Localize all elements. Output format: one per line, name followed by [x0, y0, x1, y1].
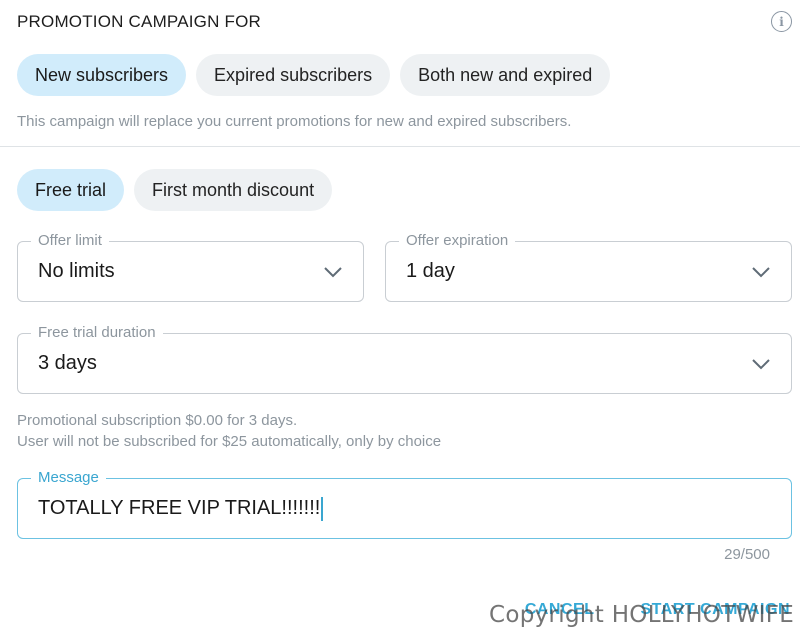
chevron-down-icon	[752, 358, 770, 369]
first-month-discount-button[interactable]: First month discount	[134, 169, 333, 211]
audience-expired-subscribers-button[interactable]: Expired subscribers	[196, 54, 391, 96]
character-counter: 29/500	[724, 546, 770, 563]
info-icon[interactable]: i	[771, 11, 792, 32]
offer-expiration-value: 1 day	[406, 260, 455, 282]
audience-new-subscribers-button[interactable]: New subscribers	[17, 54, 187, 96]
dialog-title: PROMOTION CAMPAIGN FOR	[17, 12, 261, 31]
offer-expiration-select[interactable]: Offer expiration 1 day	[385, 232, 792, 302]
offer-limit-select[interactable]: Offer limit No limits	[17, 232, 364, 302]
start-campaign-button[interactable]: START CAMPAIGN	[640, 601, 790, 619]
offer-limit-value: No limits	[38, 260, 115, 282]
chevron-down-icon	[752, 266, 770, 277]
free-trial-button[interactable]: Free trial	[17, 169, 125, 211]
trial-duration-value: 3 days	[38, 352, 97, 374]
chevron-down-icon	[324, 266, 342, 277]
audience-selector: New subscribers Expired subscribers Both…	[17, 54, 611, 96]
summary-price-text: Promotional subscription $0.00 for 3 day…	[17, 412, 298, 429]
cancel-button[interactable]: CANCEL	[525, 601, 595, 619]
text-caret	[321, 496, 324, 521]
trial-duration-select[interactable]: Free trial duration 3 days	[17, 324, 792, 394]
audience-both-button[interactable]: Both new and expired	[400, 54, 611, 96]
audience-note: This campaign will replace you current p…	[17, 113, 572, 130]
dialog-actions: CANCEL START CAMPAIGN	[525, 601, 790, 619]
message-text: TOTALLY FREE VIP TRIAL!!!!!!!	[38, 497, 321, 519]
summary-renewal-text: User will not be subscribed for $25 auto…	[17, 433, 442, 450]
message-input-value[interactable]: TOTALLY FREE VIP TRIAL!!!!!!!	[38, 479, 324, 538]
offer-type-selector: Free trial First month discount	[17, 169, 333, 211]
dialog-header: PROMOTION CAMPAIGN FOR i	[17, 10, 792, 34]
section-divider	[0, 146, 800, 147]
message-field[interactable]: Message TOTALLY FREE VIP TRIAL!!!!!!!	[17, 469, 792, 539]
